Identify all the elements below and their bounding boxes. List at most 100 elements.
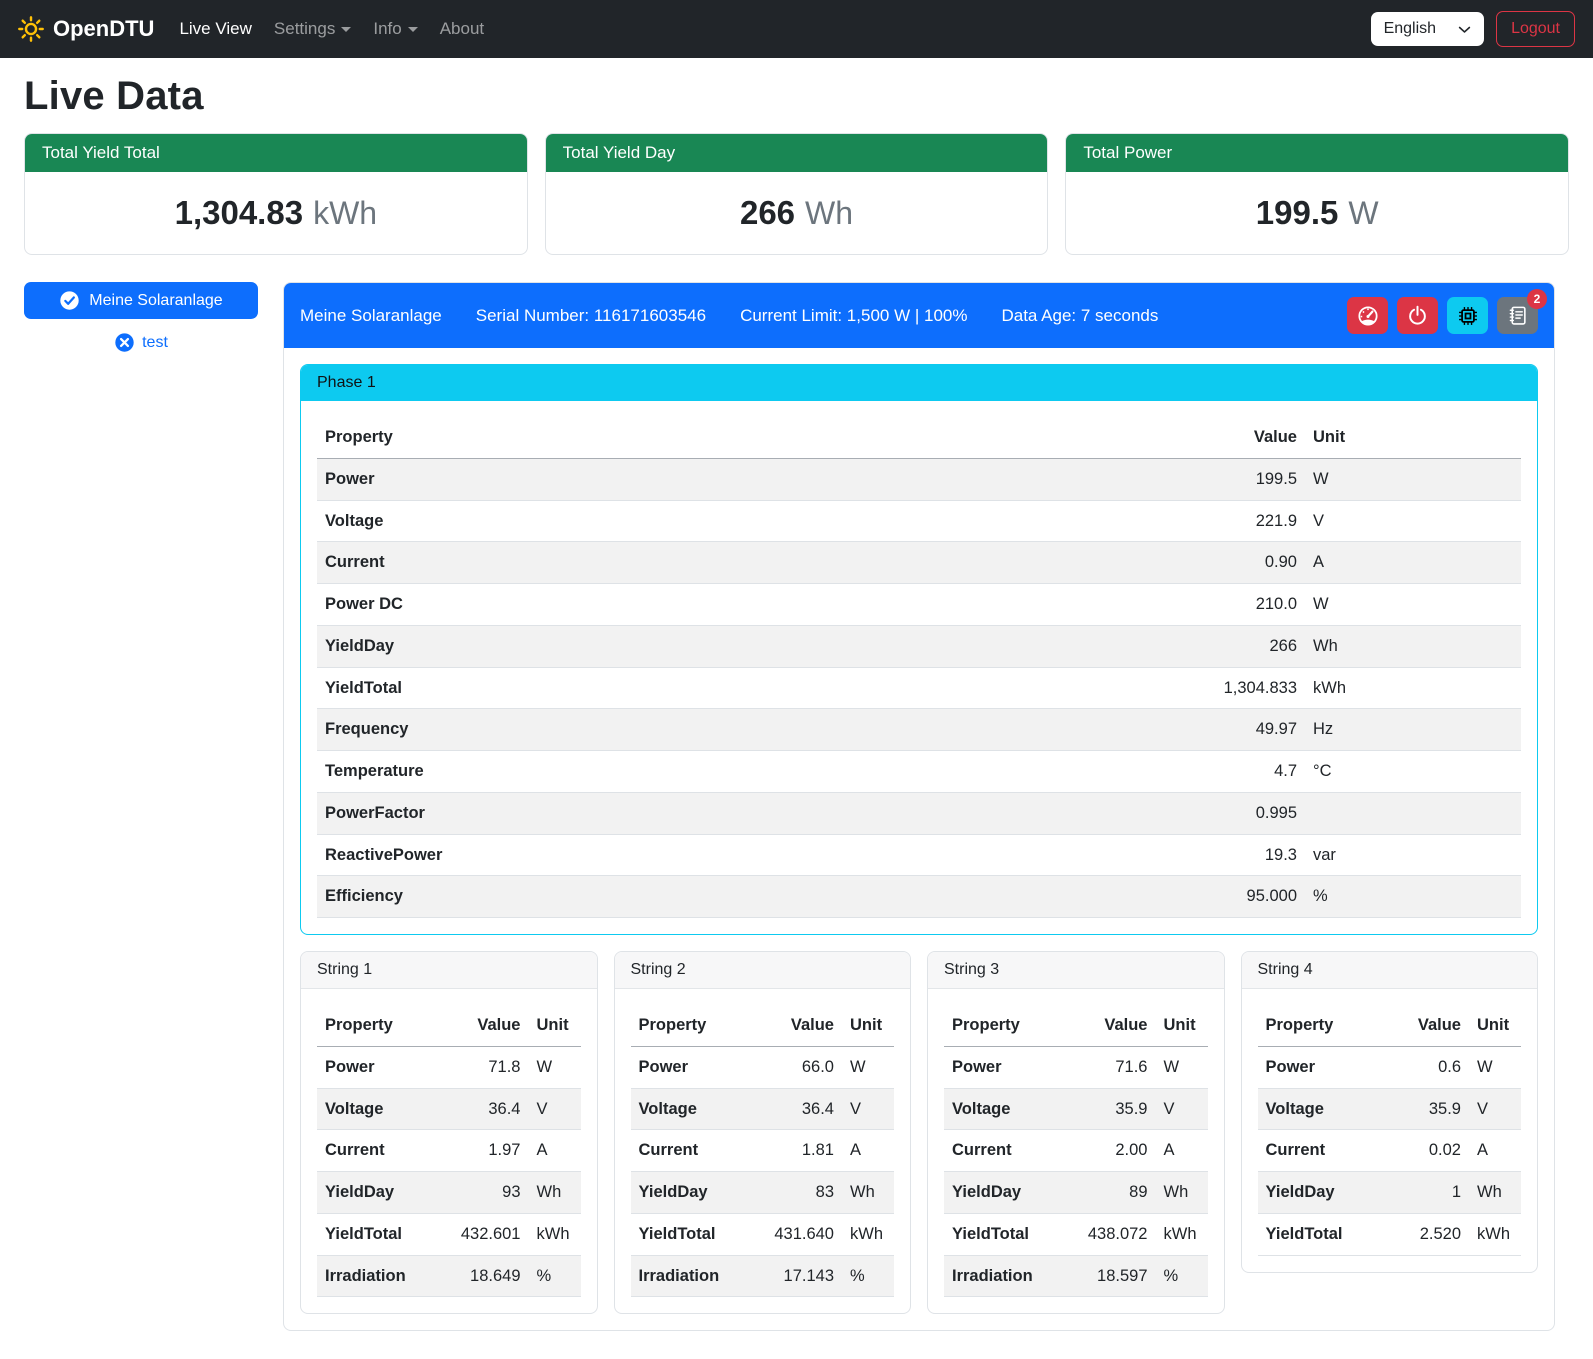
x-circle-icon xyxy=(114,332,135,353)
nav-item-info[interactable]: Info xyxy=(362,11,428,47)
value-cell: 221.9 xyxy=(909,500,1305,542)
nav-links: Live View Settings Info About xyxy=(168,11,495,47)
table-row: Current2.00A xyxy=(944,1130,1208,1172)
unit-cell: Wh xyxy=(1156,1172,1208,1214)
table-body: Power0.6WVoltage35.9VCurrent0.02AYieldDa… xyxy=(1258,1046,1522,1255)
page-title: Live Data xyxy=(24,74,1569,119)
table-row: Current1.81A xyxy=(631,1130,895,1172)
table-row: Current0.90A xyxy=(317,542,1521,584)
unit-cell: V xyxy=(1305,500,1521,542)
table-header: PropertyValueUnit xyxy=(944,1005,1208,1046)
value-cell: 93 xyxy=(436,1172,529,1214)
value-cell: 0.02 xyxy=(1387,1130,1469,1172)
chevron-down-icon xyxy=(341,27,351,32)
property-cell: Temperature xyxy=(317,751,909,793)
table-row: YieldDay83Wh xyxy=(631,1172,895,1214)
language-select[interactable]: English xyxy=(1371,12,1484,46)
unit-cell: kWh xyxy=(1156,1213,1208,1255)
brand[interactable]: OpenDTU xyxy=(18,16,154,42)
nav-item-settings[interactable]: Settings xyxy=(263,11,362,47)
unit-cell: kWh xyxy=(1305,667,1521,709)
unit-cell xyxy=(1305,792,1521,834)
column-header-value: Value xyxy=(1387,1005,1469,1046)
unit-cell: % xyxy=(842,1255,894,1297)
table-row: Current0.02A xyxy=(1258,1130,1522,1172)
inverter-data-age: Data Age: 7 seconds xyxy=(1001,306,1158,326)
property-cell: Current xyxy=(631,1130,750,1172)
unit-cell: Wh xyxy=(529,1172,581,1214)
value-cell: 83 xyxy=(749,1172,842,1214)
card-title: Total Yield Day xyxy=(546,134,1048,172)
value-cell: 95.000 xyxy=(909,876,1305,918)
property-cell: YieldDay xyxy=(317,1172,436,1214)
value-cell: 35.9 xyxy=(1387,1088,1469,1130)
column-header-property: Property xyxy=(1258,1005,1387,1046)
value-cell: 1 xyxy=(1387,1172,1469,1214)
inverter-item-test[interactable]: test xyxy=(24,332,258,353)
power-button[interactable] xyxy=(1397,297,1438,334)
table-header-row: PropertyValueUnit xyxy=(944,1005,1208,1046)
value-cell: 2.520 xyxy=(1387,1213,1469,1255)
column-header-unit: Unit xyxy=(1469,1005,1521,1046)
property-cell: PowerFactor xyxy=(317,792,909,834)
table-row: Power199.5W xyxy=(317,458,1521,500)
unit-cell: kWh xyxy=(842,1213,894,1255)
value-cell: 71.8 xyxy=(436,1046,529,1088)
column-header-value: Value xyxy=(1063,1005,1156,1046)
property-cell: Power xyxy=(317,458,909,500)
property-cell: YieldDay xyxy=(317,625,909,667)
inverter-test-label: test xyxy=(142,334,168,352)
table-row: Temperature4.7°C xyxy=(317,751,1521,793)
table-row: Power71.8W xyxy=(317,1046,581,1088)
brand-label: OpenDTU xyxy=(53,16,154,42)
inverter-selected-button[interactable]: Meine Solaranlage xyxy=(24,282,258,319)
unit-cell: A xyxy=(1469,1130,1521,1172)
value-cell: 18.649 xyxy=(436,1255,529,1297)
column-header-property: Property xyxy=(317,1005,436,1046)
string-card-2: String 2 PropertyValueUnitPower66.0WVolta… xyxy=(614,951,912,1314)
device-info-button[interactable] xyxy=(1447,297,1488,334)
table-row: Voltage35.9V xyxy=(1258,1088,1522,1130)
string-card-title: String 2 xyxy=(615,952,911,989)
value-cell: 36.4 xyxy=(749,1088,842,1130)
string-card-body: PropertyValueUnitPower71.6WVoltage35.9VC… xyxy=(928,989,1224,1313)
inverter-list-sidebar: Meine Solaranlage test xyxy=(24,282,258,353)
column-header-unit: Unit xyxy=(1156,1005,1208,1046)
value-cell: 210.0 xyxy=(909,584,1305,626)
value-cell: 36.4 xyxy=(436,1088,529,1130)
inverter-name: Meine Solaranlage xyxy=(300,306,442,326)
table-row: Power66.0W xyxy=(631,1046,895,1088)
unit-cell: V xyxy=(1469,1088,1521,1130)
nav-item-about[interactable]: About xyxy=(429,11,495,47)
event-log-button[interactable]: 2 xyxy=(1497,297,1538,334)
inverter-card: Meine Solaranlage Serial Number: 1161716… xyxy=(283,282,1555,1331)
navbar-right: English Logout xyxy=(1371,11,1575,47)
journal-icon xyxy=(1507,305,1528,326)
table-header-row: PropertyValueUnit xyxy=(317,1005,581,1046)
property-cell: YieldDay xyxy=(1258,1172,1387,1214)
inverter-serial: Serial Number: 116171603546 xyxy=(476,306,706,326)
navbar: OpenDTU Live View Settings Info About En… xyxy=(0,0,1593,58)
limit-settings-button[interactable] xyxy=(1347,297,1388,334)
property-cell: YieldDay xyxy=(944,1172,1063,1214)
inverter-limit: Current Limit: 1,500 W | 100% xyxy=(740,306,967,326)
value-cell: 199.5 xyxy=(909,458,1305,500)
unit-cell: A xyxy=(1156,1130,1208,1172)
property-cell: Voltage xyxy=(317,1088,436,1130)
value-cell: 89 xyxy=(1063,1172,1156,1214)
column-header-property: Property xyxy=(944,1005,1063,1046)
unit-cell: % xyxy=(1156,1255,1208,1297)
table-row: YieldTotal432.601kWh xyxy=(317,1213,581,1255)
table-header: PropertyValueUnit xyxy=(1258,1005,1522,1046)
unit-cell: W xyxy=(1156,1046,1208,1088)
nav-item-live-view[interactable]: Live View xyxy=(168,11,262,47)
value-cell: 432.601 xyxy=(436,1213,529,1255)
inverter-actions: 2 xyxy=(1347,297,1538,334)
string-card-body: PropertyValueUnitPower0.6WVoltage35.9VCu… xyxy=(1242,989,1538,1272)
value-cell: 431.640 xyxy=(749,1213,842,1255)
property-cell: YieldTotal xyxy=(317,1213,436,1255)
property-cell: Power xyxy=(631,1046,750,1088)
table-row: Power0.6W xyxy=(1258,1046,1522,1088)
string-table: PropertyValueUnitPower66.0WVoltage36.4VC… xyxy=(631,1005,895,1297)
logout-button[interactable]: Logout xyxy=(1496,11,1575,47)
